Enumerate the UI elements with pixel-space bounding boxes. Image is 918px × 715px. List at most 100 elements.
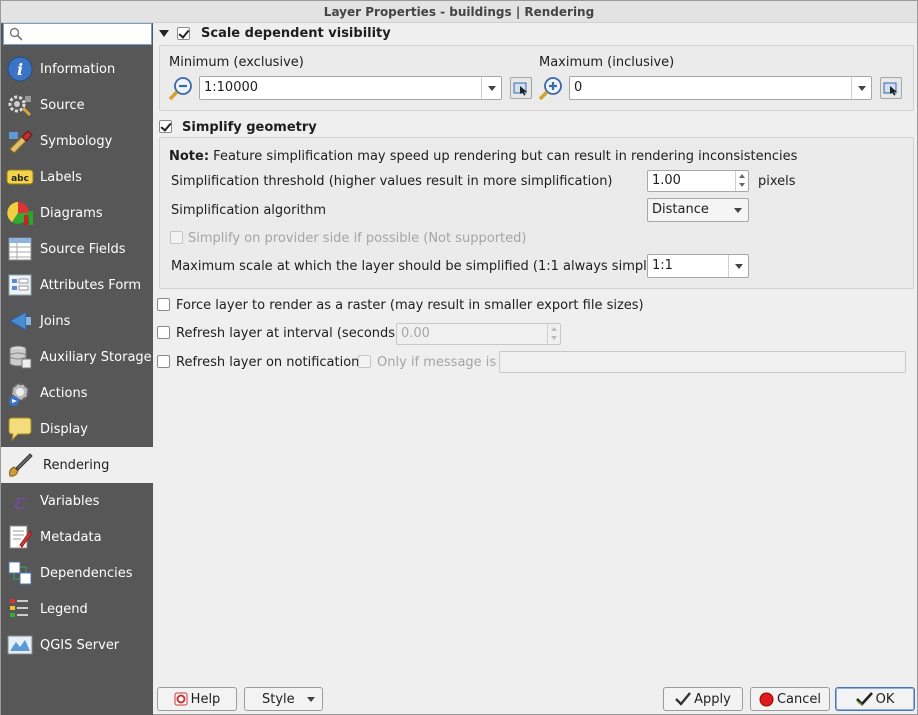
scale-visibility-title: Scale dependent visibility bbox=[201, 26, 391, 41]
sidebar: i Information Source Symbology abc Label… bbox=[1, 23, 153, 715]
simplification-algorithm-combo[interactable]: Distance bbox=[647, 198, 749, 222]
sidebar-item-legend[interactable]: Legend bbox=[1, 591, 153, 627]
only-if-message-checkbox[interactable] bbox=[358, 355, 371, 368]
sidebar-item-diagrams[interactable]: Diagrams bbox=[1, 195, 153, 231]
map-canvas-scale-icon bbox=[883, 82, 897, 96]
sidebar-item-rendering[interactable]: Rendering bbox=[1, 447, 153, 483]
help-icon bbox=[174, 692, 188, 706]
zoom-in-icon bbox=[538, 77, 562, 101]
sidebar-item-labels[interactable]: abc Labels bbox=[1, 159, 153, 195]
minimum-scale-label: Minimum (exclusive) bbox=[169, 55, 304, 70]
sidebar-item-label: Display bbox=[40, 421, 88, 437]
scale-visibility-checkbox[interactable] bbox=[177, 27, 190, 40]
checkmark-icon bbox=[675, 692, 692, 706]
window-title: Layer Properties - buildings | Rendering bbox=[1, 1, 917, 23]
cancel-button-label: Cancel bbox=[776, 691, 822, 707]
sidebar-item-metadata[interactable]: Metadata bbox=[1, 519, 153, 555]
sidebar-item-actions[interactable]: Actions bbox=[1, 375, 153, 411]
sidebar-item-variables[interactable]: ε Variables bbox=[1, 483, 153, 519]
chevron-down-icon[interactable] bbox=[481, 77, 501, 99]
sidebar-item-source-fields[interactable]: Source Fields bbox=[1, 231, 153, 267]
apply-button-label: Apply bbox=[694, 691, 731, 707]
style-button[interactable]: Style bbox=[244, 687, 323, 711]
maximum-scale-combo[interactable]: 0 bbox=[569, 76, 872, 100]
auxiliary-storage-icon bbox=[9, 345, 32, 369]
sidebar-item-label: Labels bbox=[40, 169, 82, 185]
sidebar-item-display[interactable]: Display bbox=[1, 411, 153, 447]
ok-checkmark-icon bbox=[855, 692, 873, 706]
force-raster-checkbox[interactable] bbox=[157, 298, 170, 311]
svg-text:ε: ε bbox=[14, 490, 26, 515]
chevron-down-icon[interactable] bbox=[728, 199, 748, 221]
sidebar-nav: i Information Source Symbology abc Label… bbox=[1, 51, 153, 663]
apply-button[interactable]: Apply bbox=[663, 687, 743, 711]
spin-arrows-icon[interactable] bbox=[735, 171, 748, 191]
minimum-scale-value: 1:10000 bbox=[204, 80, 259, 95]
actions-icon bbox=[9, 383, 29, 406]
spin-arrows-icon[interactable] bbox=[547, 324, 560, 344]
style-button-label: Style bbox=[262, 691, 295, 707]
display-icon bbox=[8, 417, 32, 442]
notification-message-input[interactable] bbox=[499, 351, 906, 373]
cancel-button[interactable]: Cancel bbox=[750, 687, 830, 711]
sidebar-item-source[interactable]: Source bbox=[1, 87, 153, 123]
sidebar-item-label: Legend bbox=[40, 601, 88, 617]
ok-button[interactable]: OK bbox=[835, 687, 915, 711]
help-button[interactable]: Help bbox=[157, 687, 237, 711]
svg-text:i: i bbox=[17, 60, 23, 79]
legend-icon bbox=[10, 599, 28, 617]
cancel-icon bbox=[759, 692, 774, 706]
help-button-label: Help bbox=[190, 691, 221, 707]
sidebar-item-auxiliary-storage[interactable]: Auxiliary Storage bbox=[1, 339, 153, 375]
chevron-down-icon[interactable] bbox=[851, 77, 871, 99]
sidebar-item-label: Variables bbox=[40, 493, 100, 509]
information-icon: i bbox=[7, 56, 33, 82]
attributes-form-icon bbox=[8, 274, 32, 296]
rendering-icon bbox=[9, 453, 33, 477]
simplify-geometry-checkbox[interactable] bbox=[159, 120, 172, 133]
search-input[interactable] bbox=[3, 23, 152, 45]
set-max-to-current-scale-button[interactable] bbox=[880, 77, 902, 99]
sidebar-item-label: Dependencies bbox=[40, 565, 133, 581]
joins-icon bbox=[8, 311, 31, 331]
sidebar-item-label: Information bbox=[40, 61, 116, 77]
sidebar-item-symbology[interactable]: Symbology bbox=[1, 123, 153, 159]
refresh-notification-label: Refresh layer on notification bbox=[176, 355, 360, 370]
sidebar-item-information[interactable]: i Information bbox=[1, 51, 153, 87]
sidebar-item-qgis-server[interactable]: QGIS Server bbox=[1, 627, 153, 663]
set-min-to-current-scale-button[interactable] bbox=[510, 77, 532, 99]
scale-visibility-group: Minimum (exclusive) 1:10000 Maximum (inc… bbox=[159, 45, 914, 111]
sidebar-item-label: Symbology bbox=[40, 133, 113, 149]
search-icon bbox=[9, 27, 23, 41]
simplify-geometry-title: Simplify geometry bbox=[182, 120, 317, 135]
simplify-provider-label: Simplify on provider side if possible (N… bbox=[188, 231, 527, 246]
source-icon bbox=[8, 95, 32, 117]
variables-icon: ε bbox=[14, 490, 26, 515]
sidebar-item-label: Attributes Form bbox=[40, 277, 142, 293]
refresh-notification-checkbox[interactable] bbox=[157, 355, 170, 368]
minimum-scale-combo[interactable]: 1:10000 bbox=[199, 76, 502, 100]
svg-text:abc: abc bbox=[11, 174, 29, 184]
refresh-interval-checkbox[interactable] bbox=[157, 326, 170, 339]
diagrams-icon bbox=[7, 202, 33, 225]
sidebar-item-label: Actions bbox=[40, 385, 88, 401]
refresh-interval-value: 0.00 bbox=[401, 326, 430, 341]
simplification-threshold-label: Simplification threshold (higher values … bbox=[171, 174, 613, 189]
sidebar-item-joins[interactable]: Joins bbox=[1, 303, 153, 339]
sidebar-item-dependencies[interactable]: Dependencies bbox=[1, 555, 153, 591]
simplify-provider-checkbox[interactable] bbox=[170, 231, 183, 244]
symbology-icon bbox=[9, 130, 33, 154]
only-if-message-label: Only if message is bbox=[377, 355, 497, 370]
max-scale-simplify-combo[interactable]: 1:1 bbox=[647, 254, 749, 278]
maximum-scale-value: 0 bbox=[574, 80, 583, 95]
simplify-note-text: Feature simplification may speed up rend… bbox=[209, 149, 798, 164]
refresh-interval-spinbox[interactable]: 0.00 bbox=[396, 323, 561, 345]
collapse-arrow-icon[interactable] bbox=[159, 30, 169, 37]
sidebar-item-attributes-form[interactable]: Attributes Form bbox=[1, 267, 153, 303]
sidebar-item-label: Source bbox=[40, 97, 85, 113]
simplify-note: Note: Feature simplification may speed u… bbox=[169, 149, 797, 164]
rendering-panel: Scale dependent visibility Minimum (excl… bbox=[153, 23, 917, 715]
source-fields-icon bbox=[8, 237, 32, 261]
chevron-down-icon[interactable] bbox=[728, 255, 748, 277]
simplification-threshold-spinbox[interactable]: 1.00 bbox=[647, 170, 749, 192]
